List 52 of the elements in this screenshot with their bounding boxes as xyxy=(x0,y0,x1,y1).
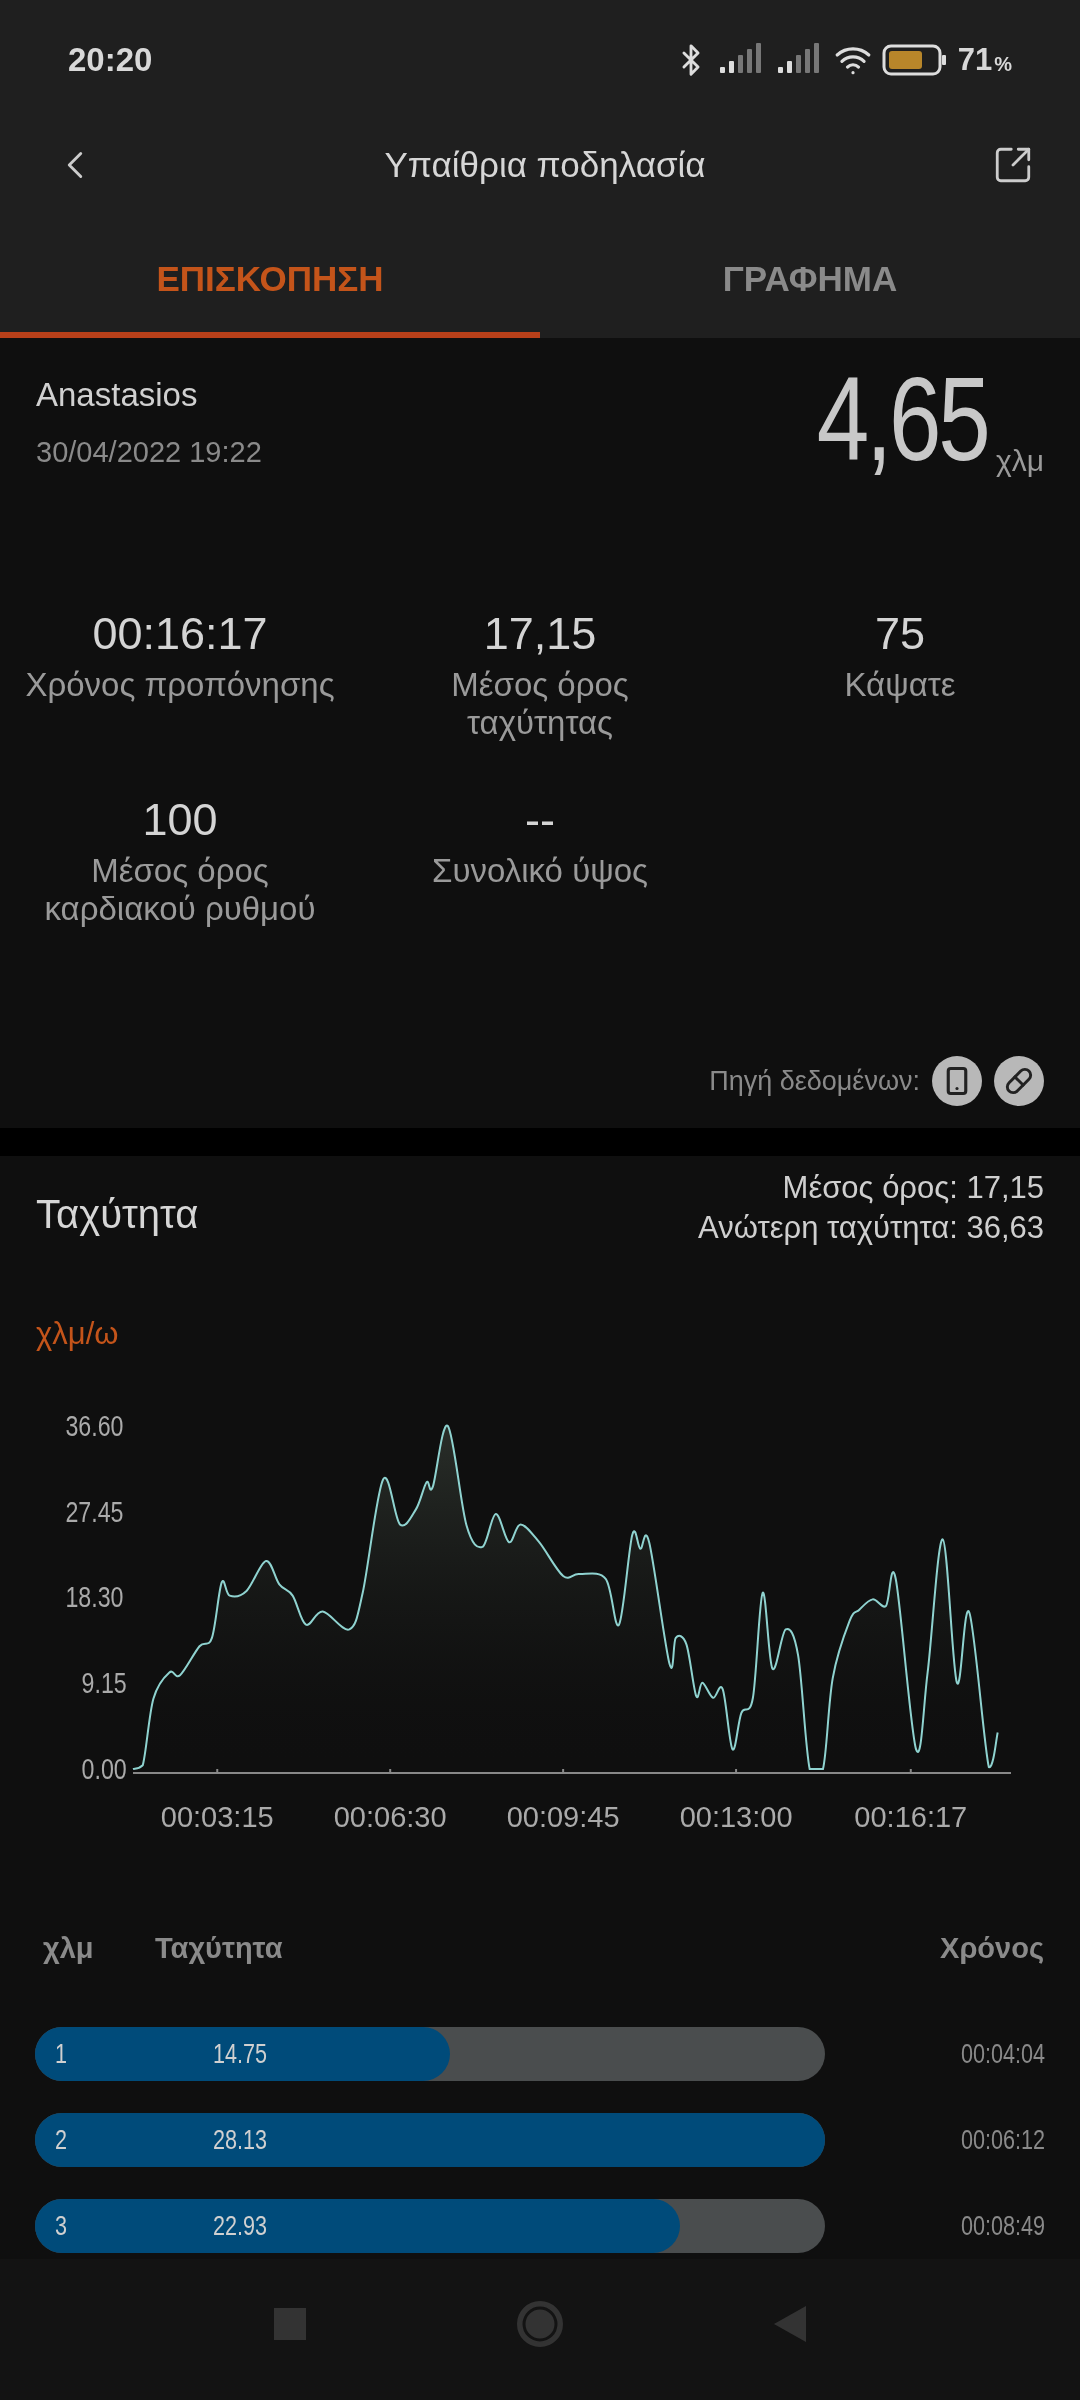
recents-icon xyxy=(274,2308,306,2341)
split-time: 00:04:04 xyxy=(960,2038,1045,2070)
stat-value: 17,15 xyxy=(483,608,597,660)
stat-label: Συνολικό ύψος xyxy=(432,851,648,890)
average-speed: Μέσος όρος: 17,15 xyxy=(782,1170,1044,1206)
stat-label: Μέσος όρος καρδιακού ρυθμού xyxy=(44,851,316,928)
y-axis-unit: χλμ/ω xyxy=(35,1315,120,1352)
home-icon xyxy=(516,2300,564,2349)
data-source-label: Πηγή δεδομένων: xyxy=(709,1065,920,1097)
split-speed: 14.75 xyxy=(213,2039,268,2070)
x-tick-label: 00:03:15 xyxy=(160,1801,274,1833)
x-tick-label: 00:16:17 xyxy=(854,1801,968,1833)
column-header: Ταχύτητα xyxy=(155,1932,283,1965)
x-tick-label: 00:06:30 xyxy=(333,1801,447,1833)
y-tick-label: 27.45 xyxy=(65,1495,124,1529)
split-time: 00:06:12 xyxy=(960,2124,1045,2156)
stat-label: Χρόνος προπόνησης xyxy=(25,666,335,704)
y-tick-label: 0.00 xyxy=(81,1752,127,1786)
stat-label: Μέσος όρος ταχύτητας xyxy=(451,666,629,742)
stat-value: 00:16:17 xyxy=(92,608,268,660)
column-header: Χρόνος xyxy=(940,1932,1044,1965)
battery-icon xyxy=(881,44,948,76)
x-tick-label: 00:09:45 xyxy=(506,1801,620,1833)
y-tick-label: 9.15 xyxy=(81,1666,127,1700)
stat-label: Κάψατε xyxy=(844,666,956,704)
tab[interactable]: ΓΡΑΦΗΜΑ xyxy=(540,210,1080,338)
workout-date: 30/04/2022 19:22 xyxy=(36,436,262,469)
split-speed: 22.93 xyxy=(213,2211,268,2242)
battery-percent: 71 xyxy=(957,42,993,78)
back-nav-icon xyxy=(774,2306,806,2343)
column-header: χλμ xyxy=(43,1932,95,1965)
chart-title: Ταχύτητα xyxy=(36,1192,199,1238)
distance-unit: χλμ xyxy=(995,444,1044,478)
split-km: 1 xyxy=(55,2039,68,2070)
pill-source-icon xyxy=(994,1056,1044,1107)
stat-value: 100 xyxy=(142,793,218,846)
stat-value: 75 xyxy=(874,608,926,660)
top-speed: Ανώτερη ταχύτητα: 36,63 xyxy=(698,1210,1044,1246)
user-name: Anastasios xyxy=(36,376,199,414)
phone-source-icon xyxy=(932,1056,982,1107)
clock: 20:20 xyxy=(68,41,153,79)
page-title: Υπαίθρια ποδηλασία xyxy=(384,145,706,185)
split-km: 3 xyxy=(55,2211,68,2242)
y-tick-label: 36.60 xyxy=(65,1409,124,1443)
y-tick-label: 18.30 xyxy=(65,1581,124,1615)
split-time: 00:08:49 xyxy=(960,2210,1045,2242)
x-tick-label: 00:13:00 xyxy=(679,1801,793,1833)
split-speed: 28.13 xyxy=(213,2125,268,2156)
stat-value: -- xyxy=(525,793,555,846)
distance-value: 4,65 xyxy=(817,360,988,478)
percent-sign: % xyxy=(994,52,1012,76)
split-km: 2 xyxy=(55,2125,68,2156)
